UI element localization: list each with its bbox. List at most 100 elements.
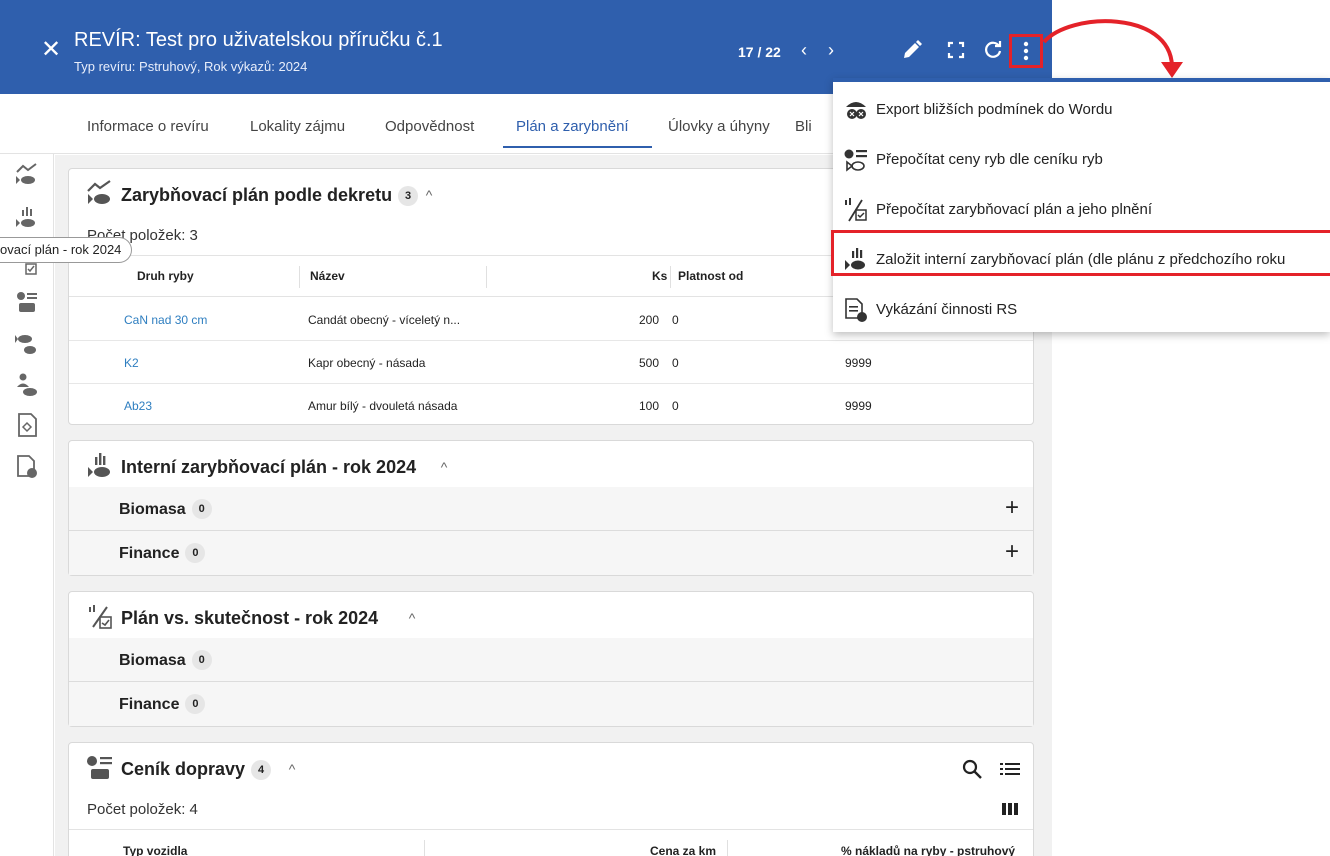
cell-ks: 200 <box>639 313 660 327</box>
page-subtitle: Typ revíru: Pstruhový, Rok výkazů: 2024 <box>74 59 308 74</box>
sub-label: Biomasa 0 <box>119 650 212 670</box>
cell-platnost-do: 9999 <box>845 356 872 370</box>
sub-label: Biomasa 0 <box>119 499 212 519</box>
menu-item-recalc-prices[interactable]: Přepočítat ceny ryb dle ceníku ryb <box>833 134 1330 184</box>
tab-blizsi[interactable]: Bli <box>795 118 812 135</box>
rail-fisherman-icon[interactable] <box>14 372 40 398</box>
col-separator <box>727 840 728 856</box>
cell-druh-ryby[interactable]: CaN nad 30 cm <box>124 313 207 327</box>
biomasa-row[interactable]: Biomasa 0 + <box>69 487 1033 531</box>
rail-interni-icon[interactable] <box>14 204 40 230</box>
col-naklady-pstruhovy[interactable]: % nákladů na ryby - pstruhový <box>841 844 1015 856</box>
close-icon[interactable]: ✕ <box>38 37 64 63</box>
page-title: REVÍR: Test pro uživatelskou příručku č.… <box>74 29 443 51</box>
biomasa-row[interactable]: Biomasa 0 <box>69 638 1033 682</box>
menu-item-label: Přepočítat zarybňovací plán a jeho plněn… <box>876 201 1153 218</box>
tab-odpovednost[interactable]: Odpovědnost <box>385 118 474 135</box>
tab-plan-zarybneni[interactable]: Plán a zarybnění <box>516 118 629 135</box>
cell-druh-ryby[interactable]: Ab23 <box>124 399 152 413</box>
next-record-icon[interactable]: › <box>822 40 840 60</box>
cell-nazev: Amur bílý - dvouletá násada <box>308 399 458 413</box>
col-ks[interactable]: Ks <box>652 269 667 283</box>
collapse-icon[interactable]: ^ <box>421 187 437 203</box>
rail-dekret-icon[interactable] <box>14 162 40 188</box>
col-druh-ryby[interactable]: Druh ryby <box>137 269 194 283</box>
finance-row[interactable]: Finance 0 + <box>69 531 1033 575</box>
menu-item-report-activity[interactable]: Vykázání činnosti RS <box>833 284 1330 334</box>
dekret-plan-icon <box>87 180 111 204</box>
recalc-plan-icon <box>845 198 867 222</box>
columns-icon[interactable] <box>1001 801 1019 817</box>
col-separator <box>670 266 671 288</box>
rail-cenik-dopravy-icon[interactable] <box>14 290 40 316</box>
menu-item-export-word[interactable]: Export bližších podmínek do Wordu <box>833 84 1330 134</box>
item-count: Počet položek: 4 <box>87 801 198 818</box>
tab-ulovky[interactable]: Úlovky a úhyny <box>668 118 770 135</box>
table-header: Typ vozidla Cena za km % nákladů na ryby… <box>69 829 1033 856</box>
sub-label-text: Finance <box>119 545 180 562</box>
tab-informace[interactable]: Informace o revíru <box>87 118 209 135</box>
count-badge: 0 <box>191 650 212 670</box>
finance-row[interactable]: Finance 0 <box>69 682 1033 726</box>
sub-label-text: Biomasa <box>119 501 186 518</box>
cell-nazev: Candát obecný - víceletý n... <box>308 313 461 327</box>
collapse-icon[interactable]: ^ <box>404 610 420 626</box>
search-icon[interactable] <box>961 758 983 780</box>
col-separator <box>299 266 300 288</box>
menu-item-label: Přepočítat ceny ryb dle ceníku ryb <box>876 151 1103 168</box>
sub-label-text: Biomasa <box>119 652 186 669</box>
rail-fish-price-icon[interactable] <box>14 330 40 356</box>
count-badge: 0 <box>185 543 206 563</box>
cell-platnost-od: 0 <box>672 356 679 370</box>
col-cena-za-km[interactable]: Cena za km <box>650 844 716 856</box>
cell-ks: 500 <box>639 356 660 370</box>
refresh-icon[interactable] <box>981 38 1005 62</box>
col-typ-vozidla[interactable]: Typ vozidla <box>123 844 187 856</box>
count-badge: 4 <box>251 760 272 780</box>
table-row[interactable]: K2 Kapr obecný - násada 500 0 9999 <box>69 341 1033 384</box>
add-icon[interactable]: + <box>1001 495 1023 521</box>
count-badge: 0 <box>185 694 206 714</box>
card-title: Ceník dopravy 4 <box>121 759 272 780</box>
sub-label: Finance 0 <box>119 694 206 714</box>
add-icon[interactable]: + <box>1001 539 1023 565</box>
prev-record-icon[interactable]: ‹ <box>795 40 813 60</box>
col-platnost-od[interactable]: Platnost od <box>678 269 743 283</box>
rail-document-icon[interactable] <box>14 412 40 438</box>
interni-plan-icon <box>88 453 110 477</box>
cell-platnost-od: 0 <box>672 313 679 327</box>
record-pager: 17 / 22 <box>738 44 781 60</box>
edit-icon[interactable] <box>900 38 924 62</box>
more-actions-menu: Export bližších podmínek do Wordu Přepoč… <box>833 78 1330 332</box>
cell-nazev: Kapr obecný - násada <box>308 356 426 370</box>
table-row[interactable]: Ab23 Amur bílý - dvouletá násada 100 0 9… <box>69 384 1033 427</box>
col-separator <box>486 266 487 288</box>
cell-druh-ryby[interactable]: K2 <box>124 356 139 370</box>
rail-tooltip: ovací plán - rok 2024 <box>0 237 133 263</box>
cell-ks: 100 <box>639 399 660 413</box>
fullscreen-icon[interactable] <box>944 38 968 62</box>
rail-report-icon[interactable] <box>14 454 40 480</box>
col-nazev[interactable]: Název <box>310 269 345 283</box>
menu-item-recalc-plan[interactable]: Přepočítat zarybňovací plán a jeho plněn… <box>833 184 1330 234</box>
plan-vs-icon <box>89 605 112 629</box>
count-badge: 3 <box>398 186 419 206</box>
sub-label: Finance 0 <box>119 543 206 563</box>
count-badge: 0 <box>191 499 212 519</box>
recalc-prices-icon <box>844 149 867 172</box>
menu-item-label: Export bližších podmínek do Wordu <box>876 101 1113 118</box>
cell-platnost-do: 9999 <box>845 399 872 413</box>
card-title: Zarybňovací plán podle dekretu 3 <box>121 185 419 206</box>
app-window: ✕ REVÍR: Test pro uživatelskou příručku … <box>0 0 1330 856</box>
tab-lokality[interactable]: Lokality zájmu <box>250 118 345 135</box>
list-view-icon[interactable] <box>999 759 1021 779</box>
menu-item-label: Vykázání činnosti RS <box>876 301 1018 318</box>
word-export-icon <box>846 102 866 119</box>
card-title-text: Ceník dopravy <box>121 759 246 779</box>
collapse-icon[interactable]: ^ <box>436 459 452 475</box>
card-title: Plán vs. skutečnost - rok 2024 <box>121 608 379 628</box>
card-title: Interní zarybňovací plán - rok 2024 <box>121 457 417 477</box>
collapse-icon[interactable]: ^ <box>284 761 300 777</box>
card-title-text: Zarybňovací plán podle dekretu <box>121 185 393 205</box>
card-interni-plan: Interní zarybňovací plán - rok 2024 ^ Bi… <box>68 440 1034 576</box>
